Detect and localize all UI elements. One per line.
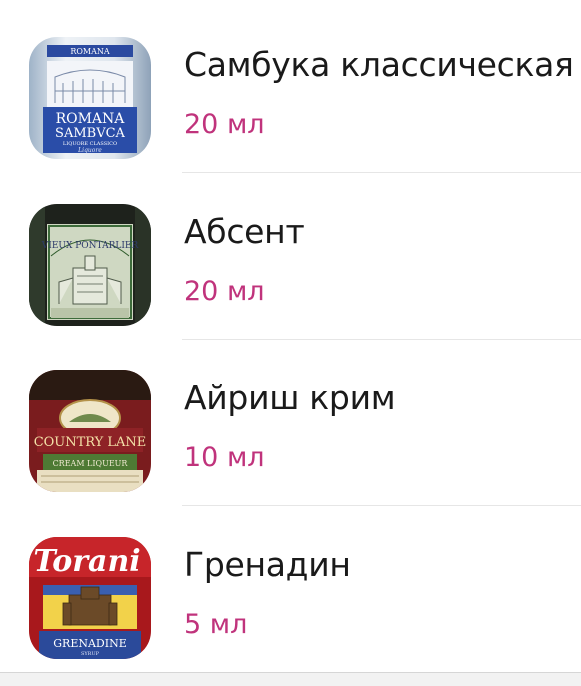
ingredient-name: Гренадин	[184, 545, 351, 584]
grenadine-bottle-image: Torani GRENADINE SYRUP	[29, 537, 151, 659]
svg-text:ROMANA: ROMANA	[70, 47, 110, 56]
irish-cream-bottle-image: COUNTRY LANE CREAM LIQUEUR	[29, 370, 151, 492]
ingredient-name: Айриш крим	[184, 378, 396, 417]
bottom-bar	[0, 672, 581, 686]
svg-text:CREAM LIQUEUR: CREAM LIQUEUR	[53, 459, 129, 468]
ingredient-name: Абсент	[184, 212, 305, 251]
svg-text:SAMBVCA: SAMBVCA	[55, 126, 125, 141]
ingredient-row-grenadine[interactable]: Torani GRENADINE SYRUP Гренадин 5 мл	[0, 507, 581, 673]
svg-text:Liquore: Liquore	[77, 147, 102, 154]
svg-text:SYRUP: SYRUP	[81, 651, 100, 657]
ingredient-amount: 20 мл	[184, 109, 265, 140]
row-divider	[182, 172, 581, 173]
ingredient-amount: 10 мл	[184, 442, 265, 473]
ingredient-amount: 20 мл	[184, 276, 265, 307]
row-divider	[182, 505, 581, 506]
ingredient-row-sambuca[interactable]: ROMANA ROMANA SAMBVCA LIQUORE CLASSICO L…	[0, 7, 581, 173]
absinthe-bottle-image: VIEUX PONTARLIER	[29, 204, 151, 326]
svg-text:ROMANA: ROMANA	[56, 111, 126, 127]
ingredient-amount: 5 мл	[184, 609, 248, 640]
ingredient-row-absinthe[interactable]: VIEUX PONTARLIER Абсент 20 мл	[0, 174, 581, 340]
ingredient-row-irish-cream[interactable]: COUNTRY LANE CREAM LIQUEUR Айриш крим 10…	[0, 340, 581, 506]
svg-text:GRENADINE: GRENADINE	[53, 637, 127, 650]
svg-text:COUNTRY LANE: COUNTRY LANE	[34, 435, 147, 450]
svg-text:Torani: Torani	[33, 544, 140, 579]
svg-text:VIEUX PONTARLIER: VIEUX PONTARLIER	[41, 241, 139, 251]
ingredient-name: Самбука классическая	[184, 45, 574, 84]
sambuca-bottle-image: ROMANA ROMANA SAMBVCA LIQUORE CLASSICO L…	[29, 37, 151, 159]
